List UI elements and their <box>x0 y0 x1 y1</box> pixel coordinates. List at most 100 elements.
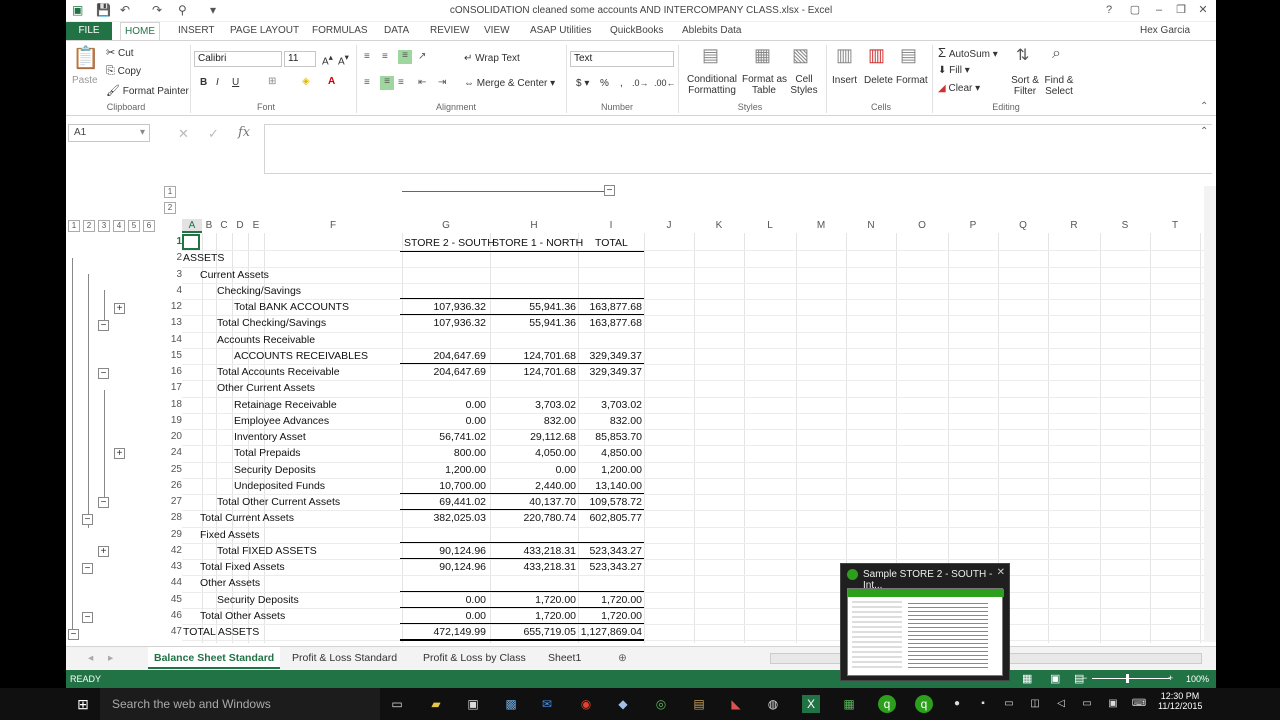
column-outline-level-2[interactable]: 2 <box>164 202 176 214</box>
account-label[interactable]: Security Deposits <box>234 464 316 476</box>
align-right-icon[interactable]: ≡ <box>398 77 404 88</box>
amount-cell-h[interactable]: 29,112.68 <box>490 431 576 443</box>
outline-level-6[interactable]: 6 <box>143 220 155 232</box>
percent-icon[interactable]: % <box>600 78 609 89</box>
delete-cells-icon[interactable]: ▥ <box>868 45 885 66</box>
tab-ablebits-data[interactable]: Ablebits Data <box>678 22 745 40</box>
fill-color-icon[interactable]: ◈ <box>302 76 310 87</box>
amount-cell-g[interactable]: 204,647.69 <box>402 350 486 362</box>
row-number[interactable]: 44 <box>162 577 182 588</box>
amount-cell-g[interactable]: 0.00 <box>402 415 486 427</box>
sort-filter-button[interactable]: Sort & Filter <box>1010 75 1040 97</box>
new-sheet-icon[interactable]: ⊕ <box>612 647 633 669</box>
amount-cell-g[interactable]: 382,025.03 <box>402 512 486 524</box>
font-name-select[interactable]: Calibri <box>194 51 282 67</box>
tab-asap-utilities[interactable]: ASAP Utilities <box>526 22 596 40</box>
tab-home[interactable]: HOME <box>120 22 160 40</box>
account-label[interactable]: ASSETS <box>183 252 224 264</box>
indent-icon[interactable]: ⇤ <box>418 77 426 88</box>
keyboard-icon[interactable]: ⌨ <box>1130 695 1148 713</box>
find-select-button[interactable]: Find & Select <box>1044 75 1074 97</box>
collapse-row-13-button[interactable]: − <box>98 320 109 331</box>
amount-cell-g[interactable]: 0.00 <box>402 594 486 606</box>
app-icon[interactable]: ◣ <box>727 695 745 713</box>
outline-level-3[interactable]: 3 <box>98 220 110 232</box>
amount-cell-h[interactable]: 40,137.70 <box>490 496 576 508</box>
account-label[interactable]: Total BANK ACCOUNTS <box>234 301 349 313</box>
clear-button[interactable]: ◢ Clear ▾ <box>938 83 980 94</box>
column-header-a[interactable]: A <box>182 219 202 233</box>
row-number[interactable]: 14 <box>162 334 182 345</box>
outline-level-1[interactable]: 1 <box>68 220 80 232</box>
zoom-level[interactable]: 100% <box>1186 674 1209 684</box>
tab-view[interactable]: VIEW <box>480 22 514 40</box>
amount-cell-h[interactable]: 3,703.02 <box>490 399 576 411</box>
formula-input[interactable] <box>264 124 1212 174</box>
amount-cell-h[interactable]: 2,440.00 <box>490 480 576 492</box>
tab-profit-loss-by-class[interactable]: Profit & Loss by Class <box>417 647 532 669</box>
app-icon[interactable]: ◆ <box>614 695 632 713</box>
collapse-row-16-button[interactable]: − <box>98 368 109 379</box>
copy-button[interactable]: ⎘ Copy <box>106 65 141 78</box>
column-header-c[interactable]: C <box>216 219 232 233</box>
collapse-formula-icon[interactable]: ⌃ <box>1200 126 1208 137</box>
amount-cell-g[interactable]: 0.00 <box>402 610 486 622</box>
page-layout-view-icon[interactable]: ▣ <box>1050 672 1060 685</box>
align-center-icon[interactable]: ≡ <box>380 76 394 90</box>
vertical-scrollbar[interactable] <box>1204 186 1216 642</box>
amount-cell-h[interactable]: 832.00 <box>490 415 576 427</box>
row-number[interactable]: 26 <box>162 480 182 491</box>
preview-close-icon[interactable]: ✕ <box>997 567 1005 578</box>
row-number[interactable]: 15 <box>162 350 182 361</box>
network-icon[interactable]: ◫ <box>1026 695 1044 713</box>
worksheet-grid[interactable]: 1 2 − 1 2 3 4 5 6 ABCDEFGHIJKLMNOPQRST +… <box>66 176 1216 646</box>
column-header-i[interactable]: I <box>578 219 644 233</box>
borders-icon[interactable]: ⊞ <box>268 76 276 87</box>
row-number[interactable]: 27 <box>162 496 182 507</box>
cell-styles-button[interactable]: Cell Styles <box>786 74 822 96</box>
header-total[interactable]: TOTAL <box>595 237 628 249</box>
tray-icon[interactable]: ▪ <box>974 695 992 713</box>
orientation-icon[interactable]: ↗ <box>418 51 426 62</box>
close-button[interactable]: ✕ <box>1192 2 1214 18</box>
amount-cell-h[interactable]: 655,719.05 <box>490 626 576 638</box>
column-header-m[interactable]: M <box>796 219 846 233</box>
collapse-row-46-button[interactable]: − <box>82 612 93 623</box>
tray-icon[interactable]: ● <box>948 695 966 713</box>
delete-cells-button[interactable]: Delete <box>864 75 893 86</box>
comma-icon[interactable]: , <box>620 78 623 89</box>
currency-icon[interactable]: $ ▾ <box>576 78 589 89</box>
align-bottom-icon[interactable]: ≡ <box>398 50 412 64</box>
row-number[interactable]: 45 <box>162 594 182 605</box>
expand-row-42-button[interactable]: + <box>98 546 109 557</box>
quickbooks-taskbar-icon[interactable]: q <box>878 695 896 713</box>
tab-page-layout[interactable]: PAGE LAYOUT <box>226 22 303 40</box>
outline-level-5[interactable]: 5 <box>128 220 140 232</box>
amount-cell-i[interactable]: 1,200.00 <box>578 464 642 476</box>
amount-cell-g[interactable]: 107,936.32 <box>402 301 486 313</box>
volume-icon[interactable]: ◁ <box>1052 695 1070 713</box>
row-number[interactable]: 43 <box>162 561 182 572</box>
conditional-formatting-button[interactable]: Conditional Formatting <box>686 74 738 96</box>
task-view-icon[interactable]: ▭ <box>388 695 406 713</box>
row-number[interactable]: 20 <box>162 431 182 442</box>
format-cells-icon[interactable]: ▤ <box>900 45 917 66</box>
font-size-select[interactable]: 11 <box>284 51 316 67</box>
column-header-b[interactable]: B <box>202 219 216 233</box>
app-icon[interactable]: ▤ <box>690 695 708 713</box>
row-number[interactable]: 47 <box>162 626 182 637</box>
align-top-icon[interactable]: ≡ <box>364 51 370 62</box>
column-header-g[interactable]: G <box>402 219 490 233</box>
amount-cell-i[interactable]: 523,343.27 <box>578 561 642 573</box>
collapse-row-27-button[interactable]: − <box>98 497 109 508</box>
tab-quickbooks[interactable]: QuickBooks <box>606 22 667 40</box>
account-label[interactable]: Checking/Savings <box>217 285 301 297</box>
row-number[interactable]: 4 <box>162 285 182 296</box>
active-cell-a1[interactable] <box>182 234 200 250</box>
chrome-icon[interactable]: ◉ <box>577 695 595 713</box>
account-label[interactable]: Other Current Assets <box>217 382 315 394</box>
row-number[interactable]: 28 <box>162 512 182 523</box>
tab-sheet1[interactable]: Sheet1 <box>542 647 587 669</box>
column-collapse-button[interactable]: − <box>604 185 615 196</box>
autosum-button[interactable]: Σ AutoSum ▾ <box>938 45 998 60</box>
